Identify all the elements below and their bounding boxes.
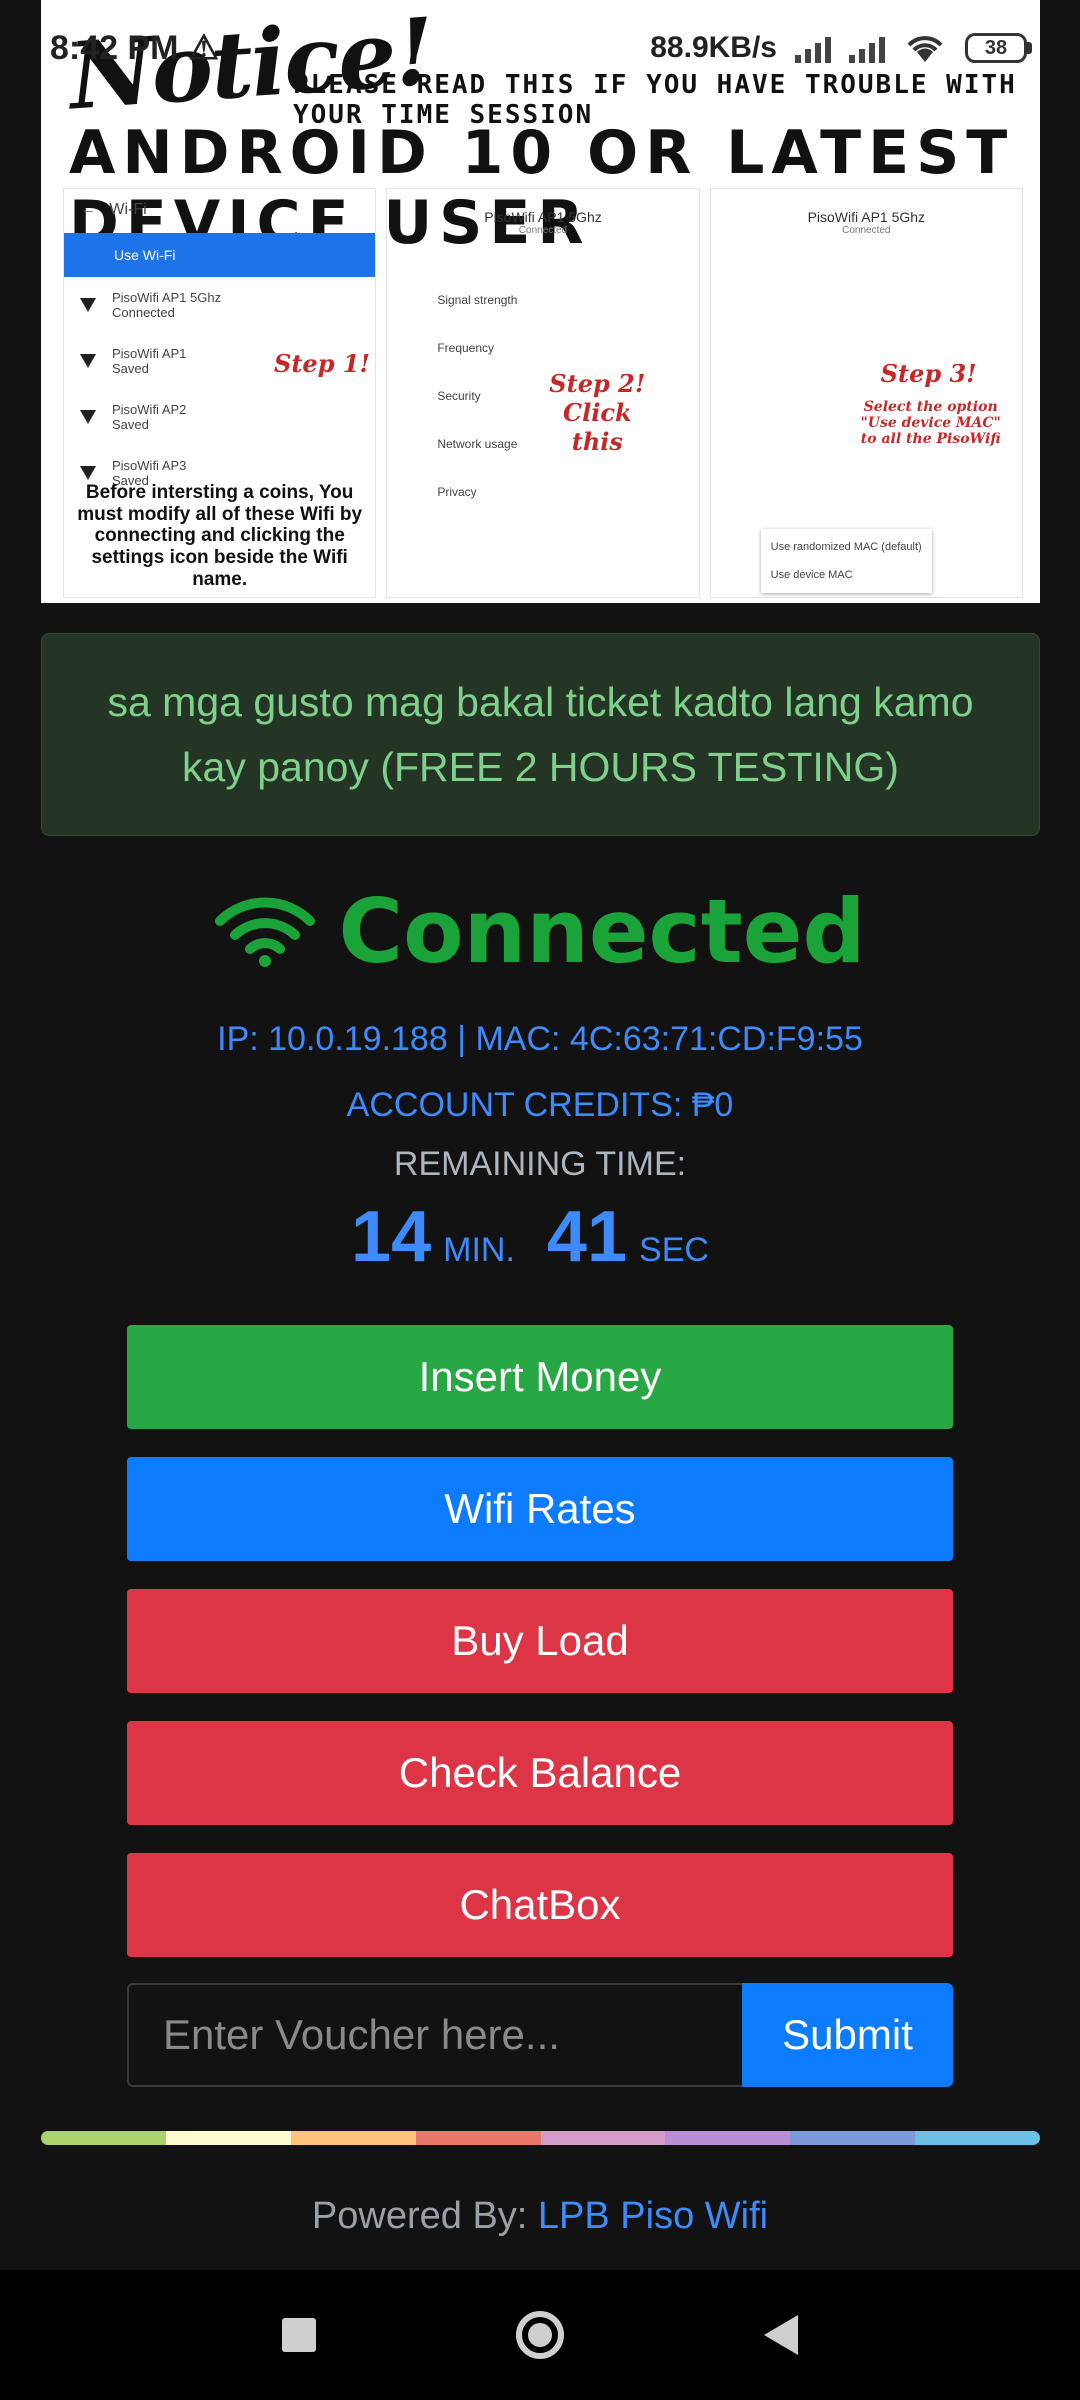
- rainbow-segment: [290, 2131, 416, 2145]
- rainbow-segment: [665, 2131, 791, 2145]
- banner-panel-step3: PisoWifi AP1 5Ghz Connected Step 3! Selec…: [709, 188, 1023, 598]
- network-row: PisoWifi AP1 5Ghz Connected: [64, 277, 375, 333]
- timer-sec-unit: SEC: [639, 1231, 709, 1269]
- step1-caption: Before intersting a coins, You must modi…: [77, 481, 363, 591]
- connected-label: Connected: [338, 880, 866, 983]
- alert-icon: ⚠: [188, 29, 219, 67]
- timer-seconds: 41: [546, 1197, 628, 1277]
- submit-button[interactable]: Submit: [742, 1983, 953, 2087]
- insert-money-button[interactable]: Insert Money: [127, 1325, 953, 1429]
- timer-minutes: 14: [351, 1197, 432, 1277]
- status-left: 8:42 PM ⚠: [50, 28, 219, 68]
- panel-wifi-title: ← Wi-Fi: [80, 201, 147, 218]
- step2-label: Step 2! Click this: [549, 369, 646, 456]
- notice-box: sa mga gusto mag bakal ticket kadto lang…: [41, 633, 1040, 836]
- rainbow-segment: [790, 2131, 916, 2145]
- ip-mac-info: IP: 10.0.19.188 | MAC: 4C:63:71:CD:F9:55: [217, 1020, 863, 1058]
- use-wifi-bar: Use Wi-Fi: [64, 233, 376, 277]
- step3-instruction: Select the option "Use device MAC" to al…: [860, 399, 1001, 447]
- step3-label: Step 3!: [880, 359, 977, 388]
- banner-panel-step2: PisoWifi AP1 5Ghz Connected Signal streng…: [386, 188, 700, 598]
- rainbow-segment: [540, 2131, 666, 2145]
- battery-icon: 38: [965, 33, 1032, 63]
- rainbow-segment: [41, 2131, 166, 2145]
- timer-min-unit: MIN.: [443, 1231, 515, 1269]
- rainbow-segment: [415, 2131, 541, 2145]
- panel2-network: PisoWifi AP1 5Ghz Connected: [484, 209, 602, 236]
- back-icon[interactable]: [764, 2315, 798, 2355]
- footer: Powered By: LPB Piso Wifi: [0, 2195, 1080, 2238]
- rainbow-segment: [165, 2131, 291, 2145]
- home-icon[interactable]: [516, 2311, 564, 2359]
- network-row: PisoWifi AP2 Saved: [64, 389, 375, 445]
- footer-brand-link[interactable]: LPB Piso Wifi: [538, 2195, 768, 2237]
- chatbox-button[interactable]: ChatBox: [127, 1853, 953, 1957]
- remaining-time-label: REMAINING TIME:: [393, 1145, 687, 1183]
- voucher-input[interactable]: Enter Voucher here...: [127, 1983, 742, 2087]
- status-bar: 8:42 PM ⚠ 88.9KB/s 38: [0, 0, 1080, 96]
- banner-panels: ← Wi-Fi Use Wi-Fi PisoWifi AP1 5Ghz Conne…: [63, 188, 1023, 598]
- wifi-icon: [214, 897, 315, 967]
- buy-load-button[interactable]: Buy Load: [127, 1589, 953, 1693]
- remaining-timer: 14 MIN. 41 SEC: [0, 1196, 1080, 1278]
- signal-icon: [795, 33, 831, 63]
- status-time: 8:42 PM: [50, 28, 179, 67]
- account-credits: ACCOUNT CREDITS: ₱0: [346, 1086, 734, 1124]
- system-nav-bar: [0, 2270, 1080, 2400]
- mac-options: Use randomized MAC (default) Use device …: [760, 529, 932, 593]
- notice-text: sa mga gusto mag bakal ticket kadto lang…: [107, 678, 974, 790]
- battery-level: 38: [965, 33, 1027, 63]
- wifi-status-icon: [907, 36, 943, 62]
- panel3-network: PisoWifi AP1 5Ghz Connected: [807, 209, 926, 236]
- wifi-rates-button[interactable]: Wifi Rates: [127, 1457, 953, 1561]
- step1-label: Step 1!: [274, 349, 371, 378]
- check-balance-button[interactable]: Check Balance: [127, 1721, 953, 1825]
- signal-icon-2: [849, 33, 885, 63]
- net-speed: 88.9KB/s: [650, 31, 777, 64]
- status-right: 88.9KB/s 38: [650, 31, 1032, 65]
- rainbow-segment: [915, 2131, 1040, 2145]
- recents-icon[interactable]: [282, 2318, 316, 2352]
- banner-panel-step1: ← Wi-Fi Use Wi-Fi PisoWifi AP1 5Ghz Conne…: [63, 188, 377, 598]
- voucher-form: Enter Voucher here... Submit: [127, 1983, 953, 2087]
- footer-prefix: Powered By:: [311, 2195, 528, 2237]
- connection-status: Connected: [0, 880, 1080, 983]
- rainbow-divider: [41, 2131, 1040, 2145]
